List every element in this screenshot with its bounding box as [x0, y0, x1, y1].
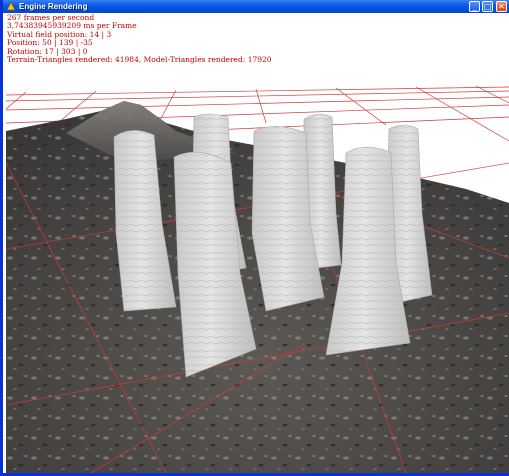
minimize-button[interactable]: _	[469, 1, 480, 12]
debug-overlay: 267 frames per second 3,74383945939209 m…	[7, 13, 272, 64]
window-title: Engine Rendering	[19, 2, 88, 11]
maximize-icon: □	[483, 2, 492, 11]
close-icon: ✕	[498, 2, 505, 11]
maximize-button[interactable]: □	[482, 1, 493, 12]
app-window: Engine Rendering _ □ ✕ 267 frames per se…	[0, 0, 509, 476]
triangles-readout: Terrain-Triangles rendered: 41984, Model…	[7, 54, 272, 64]
app-icon	[6, 1, 16, 11]
3d-scene	[6, 13, 509, 473]
minimize-icon: _	[472, 2, 477, 11]
close-button[interactable]: ✕	[496, 1, 507, 12]
title-bar[interactable]: Engine Rendering _ □ ✕	[3, 0, 509, 13]
render-viewport[interactable]: 267 frames per second 3,74383945939209 m…	[6, 13, 509, 473]
